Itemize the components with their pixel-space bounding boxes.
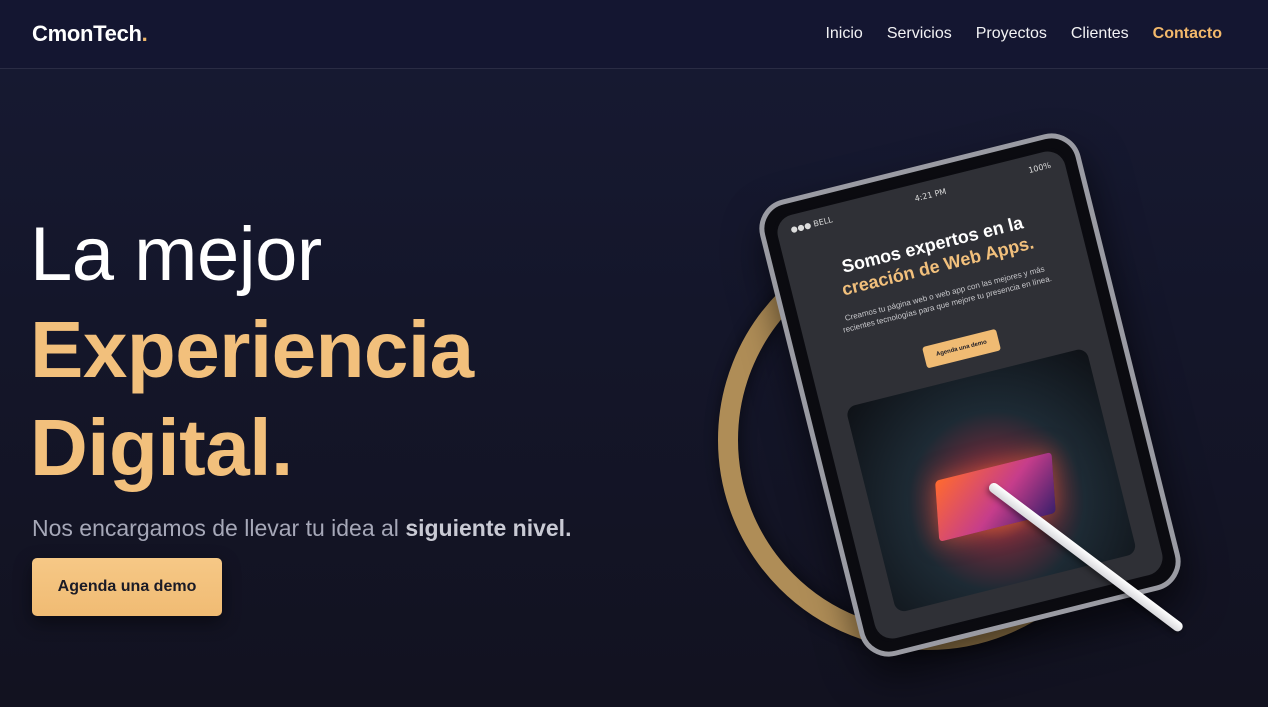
tablet-demo-button: Agenda una demo [922,328,1002,369]
laptop-photo [845,347,1138,614]
brand-name: CmonTech [32,21,142,46]
carrier-label: ●●● BELL [789,215,834,235]
hero-illustration: ●●● BELL 4:21 PM 100% Somos expertos en … [700,127,1240,690]
battery-label: 100% [1027,160,1052,176]
clock-label: 4:21 PM [913,186,948,204]
hero-subtitle: Nos encargamos de llevar tu idea al sigu… [32,513,571,543]
hero-subtitle-strong: siguiente nivel. [405,515,572,541]
agenda-demo-button[interactable]: Agenda una demo [32,558,222,616]
nav-item-servicios[interactable]: Servicios [887,24,952,44]
nav-item-inicio[interactable]: Inicio [825,24,862,44]
laptop-graphic [935,451,1056,542]
hero-heading-line2: Experiencia [30,305,474,394]
brand-dot: . [141,21,148,46]
brand-logo[interactable]: CmonTech. [32,21,148,47]
nav-item-proyectos[interactable]: Proyectos [976,24,1047,44]
hero-heading-line3: Digital. [30,403,293,492]
nav-item-clientes[interactable]: Clientes [1071,24,1129,44]
hero-heading-line1: La mejor [30,212,322,297]
hero-subtitle-text: Nos encargamos de llevar tu idea al [32,515,406,541]
top-navigation-bar: CmonTech. Inicio Servicios Proyectos Cli… [0,0,1268,69]
main-nav: Inicio Servicios Proyectos Clientes Cont… [825,24,1222,44]
nav-item-contacto[interactable]: Contacto [1153,24,1222,44]
